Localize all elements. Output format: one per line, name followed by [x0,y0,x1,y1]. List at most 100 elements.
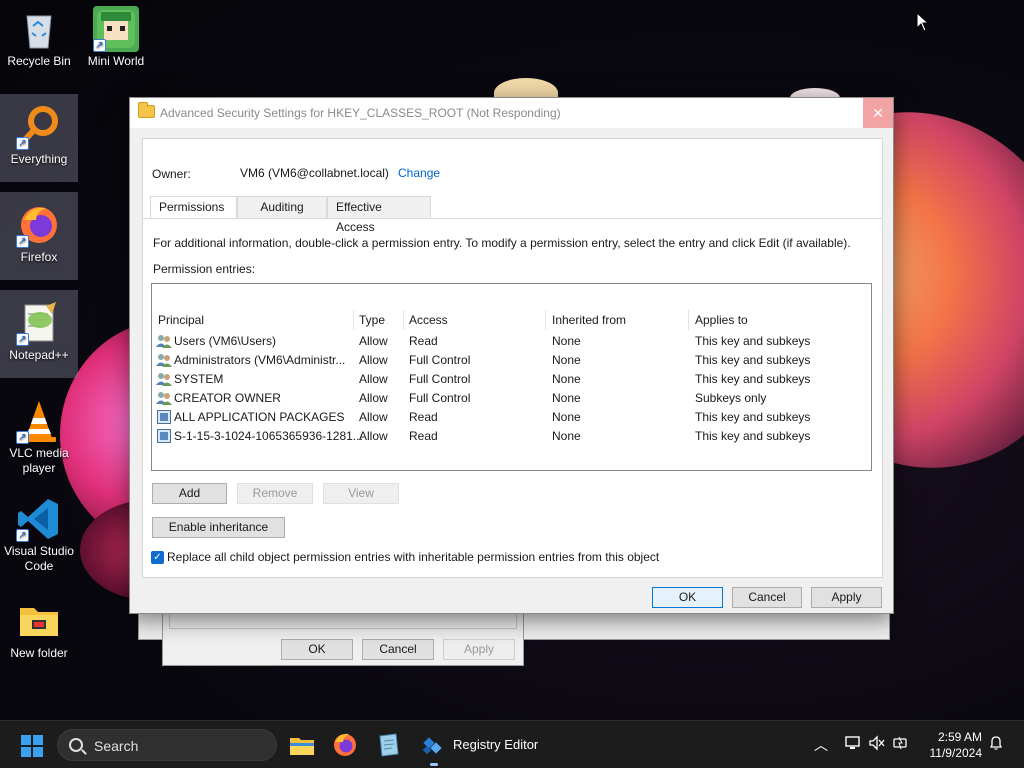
owner-change-link[interactable]: Change [398,166,440,180]
taskbar-registry-editor[interactable] [419,731,447,759]
replace-child-permissions-checkbox[interactable]: ✓ [151,551,164,564]
table-row[interactable]: Administrators (VM6\Administr... Allow F… [152,351,871,370]
cell-principal: CREATOR OWNER [174,391,281,405]
taskbar-firefox[interactable] [331,731,359,759]
column-header-inherited-from[interactable]: Inherited from [552,313,626,327]
cell-principal: Administrators (VM6\Administr... [174,353,346,367]
taskbar-search-label: Search [94,738,139,754]
taskbar: Search Registry Editor ︿ 2:59 AM 11/9/20… [0,720,1024,768]
tab-effective-access[interactable]: Effective Access [327,196,431,234]
desktop-icon-label: Mini World [87,54,145,68]
notifications-bell-icon[interactable] [988,735,1004,754]
desktop-icon-vscode[interactable]: ↗ Visual Studio Code [0,496,78,574]
package-icon [157,410,171,424]
cell-principal: SYSTEM [174,372,224,386]
owner-label: Owner: [152,167,191,181]
cell-inherited-from: None [552,334,581,348]
tab-auditing[interactable]: Auditing [237,196,327,218]
remove-button: Remove [237,483,313,504]
permission-entries-list[interactable]: Principal Type Access Inherited from App… [151,283,872,471]
background-ok-button[interactable]: OK [281,639,353,660]
column-header-type[interactable]: Type [359,313,385,327]
desktop-icon-label: VLC media player [9,446,69,475]
clock-time: 2:59 AM [937,730,982,744]
cell-type: Allow [359,410,388,424]
notepad-icon [379,733,399,757]
desktop-icon-label: Firefox [20,250,58,264]
shortcut-arrow-icon: ↗ [16,235,29,248]
table-row[interactable]: Users (VM6\Users) Allow Read None This k… [152,332,871,351]
clock-date: 11/9/2024 [929,746,983,760]
cell-inherited-from: None [552,353,581,367]
users-icon [156,391,172,405]
column-divider[interactable] [353,310,354,330]
file-explorer-icon [290,738,314,755]
cell-inherited-from: None [552,410,581,424]
taskbar-clock[interactable]: 2:59 AM 11/9/2024 [922,729,983,761]
battery-status-icon[interactable] [892,735,910,754]
list-header: Principal Type Access Inherited from App… [152,310,871,330]
info-text: For additional information, double-click… [153,236,851,250]
desktop-icon-firefox[interactable]: ↗ Firefox [0,192,78,280]
column-header-access[interactable]: Access [409,313,448,327]
users-icon [156,353,172,367]
shortcut-arrow-icon: ↗ [16,137,29,150]
taskbar-app-3[interactable] [374,731,402,759]
desktop-icon-label: Recycle Bin [7,54,71,68]
cell-principal: S-1-15-3-1024-1065365936-1281... [174,429,363,443]
desktop-icon-label: Everything [10,152,68,166]
notepad-plus-plus-icon: ↗ [16,300,62,346]
desktop-icon-recycle-bin[interactable]: Recycle Bin [0,6,78,69]
vlc-cone-icon: ↗ [16,398,62,444]
advanced-security-settings-dialog: Advanced Security Settings for HKEY_CLAS… [129,97,894,614]
cell-access: Full Control [409,353,471,367]
taskbar-file-explorer[interactable] [288,731,316,759]
dialog-title: Advanced Security Settings for HKEY_CLAS… [160,106,561,120]
table-row[interactable]: S-1-15-3-1024-1065365936-1281... Allow R… [152,427,871,446]
taskbar-active-app-label[interactable]: Registry Editor [453,737,538,752]
table-row[interactable]: ALL APPLICATION PACKAGES Allow Read None… [152,408,871,427]
tab-permissions[interactable]: Permissions [150,196,237,219]
add-button[interactable]: Add [152,483,227,504]
cell-type: Allow [359,353,388,367]
column-divider[interactable] [688,310,689,330]
column-header-applies-to[interactable]: Applies to [695,313,748,327]
ok-button[interactable]: OK [652,587,723,608]
taskbar-search-box[interactable]: Search [57,729,277,761]
cell-inherited-from: None [552,429,581,443]
desktop-icon-notepad-plus-plus[interactable]: ↗ Notepad++ [0,290,78,378]
cell-principal: ALL APPLICATION PACKAGES [174,410,345,424]
shortcut-arrow-icon: ↗ [16,333,29,346]
close-button[interactable]: ✕ [863,98,893,128]
dialog-titlebar[interactable]: Advanced Security Settings for HKEY_CLAS… [130,98,893,128]
cell-type: Allow [359,372,388,386]
column-header-principal[interactable]: Principal [158,313,204,327]
desktop-icon-new-folder[interactable]: New folder [0,598,78,661]
folder-icon [16,598,62,644]
replace-child-permissions-label[interactable]: Replace all child object permission entr… [167,550,659,564]
package-icon [157,429,171,443]
column-divider[interactable] [403,310,404,330]
desktop-icon-label: Notepad++ [9,348,69,362]
cell-access: Read [409,334,438,348]
desktop-icon-vlc[interactable]: ↗ VLC media player [0,398,78,476]
column-divider[interactable] [545,310,546,330]
show-hidden-icons-chevron-up-icon[interactable]: ︿ [814,735,828,755]
registry-editor-icon [422,737,442,755]
start-button[interactable] [21,735,43,757]
tab-divider [142,218,883,219]
table-row[interactable]: CREATOR OWNER Allow Full Control None Su… [152,389,871,408]
network-icon[interactable] [844,735,862,754]
desktop-icon-mini-world[interactable]: ↗ Mini World [77,6,155,69]
cell-applies-to: Subkeys only [695,391,767,405]
apply-button[interactable]: Apply [811,587,882,608]
enable-inheritance-button[interactable]: Enable inheritance [152,517,285,538]
cancel-button[interactable]: Cancel [732,587,802,608]
volume-muted-icon[interactable] [868,735,886,754]
desktop-icon-everything[interactable]: ↗ Everything [0,94,78,182]
recycle-bin-icon [16,6,62,52]
background-cancel-button[interactable]: Cancel [362,639,434,660]
table-row[interactable]: SYSTEM Allow Full Control None This key … [152,370,871,389]
cell-access: Full Control [409,372,471,386]
cell-access: Read [409,429,438,443]
